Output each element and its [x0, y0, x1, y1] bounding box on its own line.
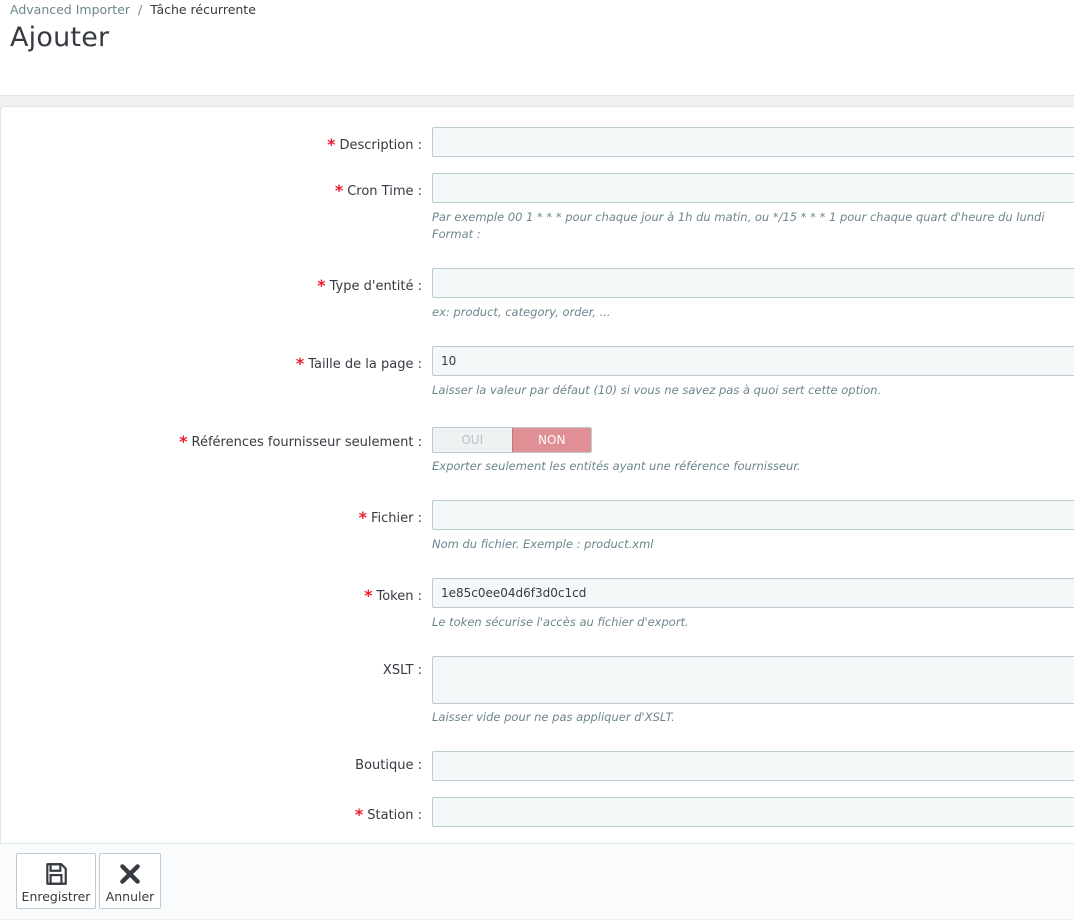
description-input[interactable] [432, 127, 1074, 157]
required-mark: * [295, 354, 305, 373]
breadcrumb-separator: / [138, 2, 143, 17]
xslt-label: XSLT : [382, 663, 422, 678]
page-header: Advanced Importer / Tâche récurrente Ajout… [0, 0, 1074, 96]
token-label: * Token : [364, 586, 422, 605]
page-title: Ajouter [10, 22, 110, 53]
file-label: * Fichier : [358, 508, 422, 527]
cron-time-label: * Cron Time : [334, 181, 422, 200]
page-size-label: * Taille de la page : [295, 354, 422, 373]
required-mark: * [364, 586, 373, 605]
supplier-refs-help: Exporter seulement les entités ayant une… [432, 459, 801, 473]
file-help: Nom du fichier. Exemple : product.xml [432, 537, 654, 551]
token-input[interactable]: 1e85c0ee04d6f3d0c1cd [432, 578, 1074, 608]
save-button-label: Enregistrer [21, 889, 91, 904]
breadcrumb: Advanced Importer / Tâche récurrente [10, 2, 256, 17]
form-footer [0, 843, 1074, 919]
breadcrumb-parent-link[interactable]: Advanced Importer [10, 2, 130, 17]
required-mark: * [334, 181, 344, 200]
cron-time-input[interactable] [432, 173, 1074, 203]
supplier-refs-label: * Références fournisseur seulement : [179, 432, 422, 451]
token-help: Le token sécurise l'accès au fichier d'e… [432, 615, 689, 629]
switch-option-no[interactable]: NON [511, 428, 591, 452]
required-mark: * [179, 432, 188, 451]
entity-type-label: * Type d'entité : [317, 276, 422, 295]
cancel-button[interactable]: Annuler [99, 853, 161, 909]
page-size-input[interactable]: 10 [432, 346, 1074, 376]
xslt-textarea[interactable] [432, 656, 1074, 704]
station-select[interactable] [432, 797, 1074, 827]
entity-type-input[interactable] [432, 268, 1074, 298]
required-mark: * [317, 276, 326, 295]
save-icon [46, 863, 67, 885]
cancel-button-label: Annuler [105, 889, 155, 904]
switch-option-yes[interactable]: OUI [433, 428, 512, 452]
supplier-refs-switch[interactable]: OUI NON [432, 427, 592, 453]
breadcrumb-current: Tâche récurrente [150, 2, 256, 17]
shop-select[interactable] [432, 751, 1074, 781]
required-mark: * [358, 508, 367, 527]
xslt-help: Laisser vide pour ne pas appliquer d'XSL… [432, 710, 675, 724]
close-icon [120, 864, 140, 884]
required-mark: * [327, 135, 336, 154]
station-label: * Station : [354, 805, 422, 824]
entity-type-help: ex: product, category, order, ... [432, 305, 611, 319]
shop-label: Boutique : [355, 758, 422, 773]
required-mark: * [354, 805, 364, 824]
description-label: * Description : [327, 135, 422, 154]
file-input[interactable] [432, 500, 1074, 530]
cron-time-help: Par exemple 00 1 * * * pour chaque jour … [432, 210, 1045, 241]
page-size-help: Laisser la valeur par défaut (10) si vou… [432, 383, 882, 397]
save-button[interactable]: Enregistrer [16, 853, 96, 909]
